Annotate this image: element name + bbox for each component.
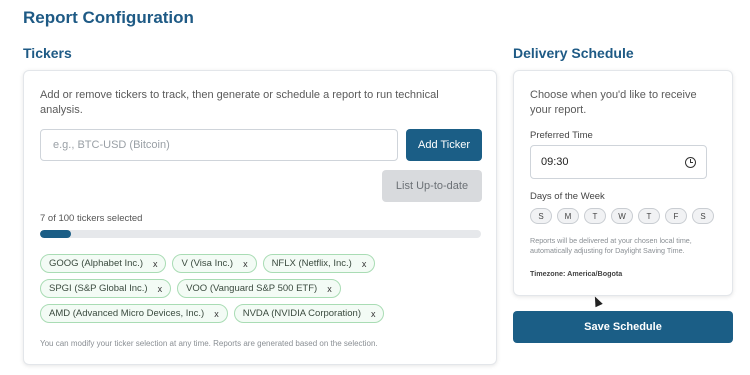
preferred-time-input[interactable]: 09:30 [530,145,707,179]
ticker-chip: VOO (Vanguard S&P 500 ETF) x [177,279,341,298]
day-toggle[interactable]: F [665,208,687,224]
ticker-search-input[interactable] [40,129,398,161]
day-toggle[interactable]: S [692,208,714,224]
ticker-chip: AMD (Advanced Micro Devices, Inc.) x [40,304,228,323]
ticker-chip: NFLX (Netflix, Inc.) x [262,254,376,273]
day-toggle[interactable]: S [530,208,552,224]
ticker-chip-label: GOOG (Alphabet Inc.) [49,258,143,269]
remove-ticker-icon[interactable]: x [243,259,248,269]
remove-ticker-icon[interactable]: x [153,259,158,269]
time-value: 09:30 [541,156,569,168]
remove-ticker-icon[interactable]: x [327,284,332,294]
ticker-chip-label: SPGI (S&P Global Inc.) [49,283,148,294]
remove-ticker-icon[interactable]: x [214,309,219,319]
ticker-chip-row: SPGI (S&P Global Inc.) x VOO (Vanguard S&P… [40,279,480,298]
ticker-chip: NVDA (NVIDIA Corporation) x [233,304,385,323]
page-title: Report Configuration [23,8,194,27]
day-toggle[interactable]: T [584,208,606,224]
ticker-chip-label: AMD (Advanced Micro Devices, Inc.) [49,308,205,319]
ticker-progress-fill [40,230,71,238]
ticker-chip-label: NFLX (Netflix, Inc.) [271,258,352,269]
list-up-to-date-button[interactable]: List Up-to-date [382,170,482,202]
ticker-chip-label: V (Visa Inc.) [181,258,234,269]
remove-ticker-icon[interactable]: x [362,259,367,269]
tickers-card: Add or remove tickers to track, then gen… [23,70,497,365]
ticker-chip: V (Visa Inc.) x [172,254,257,273]
ticker-progress-bar [40,230,481,238]
tickers-section-title: Tickers [23,45,72,61]
ticker-chip-row: AMD (Advanced Micro Devices, Inc.) x NVDA … [40,304,480,323]
delivery-section-title: Delivery Schedule [513,45,634,61]
remove-ticker-icon[interactable]: x [158,284,163,294]
day-toggle[interactable]: T [638,208,660,224]
add-ticker-button[interactable]: Add Ticker [406,129,482,161]
tickers-intro: Add or remove tickers to track, then gen… [40,89,439,116]
tickers-footnote: You can modify your ticker selection at … [40,339,378,348]
ticker-chip-label: VOO (Vanguard S&P 500 ETF) [186,283,318,294]
day-toggle[interactable]: W [611,208,633,224]
save-schedule-button[interactable]: Save Schedule [513,311,733,343]
preferred-time-label: Preferred Time [530,130,593,141]
delivery-card: Choose when you'd like to receive your r… [513,70,733,296]
mouse-cursor-icon [591,294,603,308]
day-toggle-group: SMTWTFS [530,208,714,224]
timezone-text: Timezone: America/Bogota [530,269,623,278]
day-toggle[interactable]: M [557,208,579,224]
remove-ticker-icon[interactable]: x [371,309,376,319]
delivery-intro: Choose when you'd like to receive your r… [530,89,697,116]
ticker-chip: SPGI (S&P Global Inc.) x [40,279,172,298]
ticker-chip: GOOG (Alphabet Inc.) x [40,254,167,273]
days-of-week-label: Days of the Week [530,191,605,202]
delivery-note: Reports will be delivered at your chosen… [530,236,692,255]
ticker-chip-list: GOOG (Alphabet Inc.) x V (Visa Inc.) x NFLX … [40,254,480,329]
ticker-count-text: 7 of 100 tickers selected [40,213,143,224]
ticker-chip-row: GOOG (Alphabet Inc.) x V (Visa Inc.) x NFLX … [40,254,480,273]
clock-icon[interactable] [685,156,696,168]
ticker-chip-label: NVDA (NVIDIA Corporation) [242,308,361,319]
